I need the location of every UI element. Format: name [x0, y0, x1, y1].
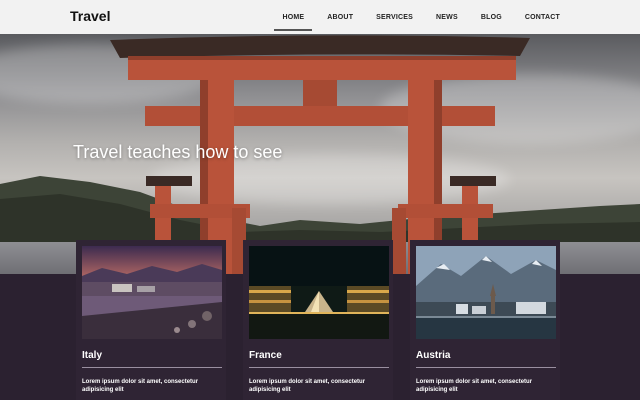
card-description: Lorem ipsum dolor sit amet, consectetur …	[82, 379, 199, 393]
main-nav: HOME ABOUT SERVICES NEWS BLOG CONTACT	[264, 0, 565, 34]
nav-contact[interactable]: CONTACT	[520, 10, 565, 25]
nav-blog[interactable]: BLOG	[476, 10, 507, 25]
card-divider	[82, 367, 222, 368]
card-title: Austria	[416, 350, 451, 361]
nav-services[interactable]: SERVICES	[371, 10, 418, 25]
card-divider	[416, 367, 556, 368]
nav-news[interactable]: NEWS	[431, 10, 463, 25]
italy-photo	[82, 246, 222, 339]
nav-home[interactable]: HOME	[274, 10, 313, 31]
nav-about[interactable]: ABOUT	[322, 10, 358, 25]
france-photo	[249, 246, 389, 339]
card-description: Lorem ipsum dolor sit amet, consectetur …	[249, 379, 366, 393]
card-title: France	[249, 350, 282, 361]
card-divider	[249, 367, 389, 368]
destination-card-austria[interactable]: Austria Lorem ipsum dolor sit amet, cons…	[410, 240, 560, 400]
hero-title: Travel teaches how to see	[73, 142, 283, 162]
hero-banner: Travel teaches how to see	[0, 34, 640, 274]
destination-card-france[interactable]: France Lorem ipsum dolor sit amet, conse…	[243, 240, 393, 400]
site-logo[interactable]: Travel	[70, 8, 110, 24]
card-description: Lorem ipsum dolor sit amet, consectetur …	[416, 379, 533, 393]
austria-photo	[416, 246, 556, 339]
france-photo-image	[249, 246, 389, 339]
card-title: Italy	[82, 350, 103, 361]
italy-photo-image	[82, 246, 222, 339]
austria-photo-image	[416, 246, 556, 339]
site-header: Travel HOME ABOUT SERVICES NEWS BLOG CON…	[0, 0, 640, 34]
destination-card-italy[interactable]: Italy Lorem ipsum dolor sit amet, consec…	[76, 240, 226, 400]
